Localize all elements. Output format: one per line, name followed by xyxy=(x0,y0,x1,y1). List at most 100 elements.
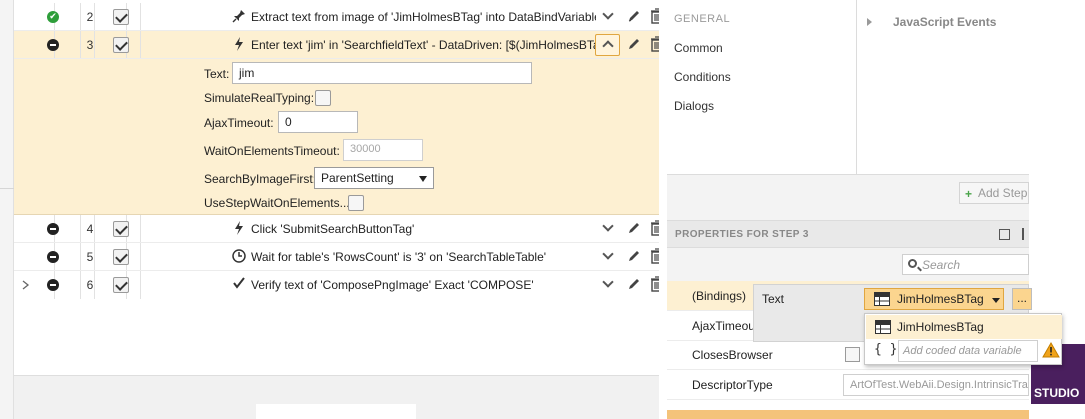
simulate-real-typing-checkbox[interactable] xyxy=(315,90,331,106)
step-builder-nav: GENERAL Common Conditions Dialogs JavaSc… xyxy=(667,0,1029,175)
use-step-wait-label: UseStepWaitOnElements... xyxy=(204,196,350,210)
braces-icon: { } xyxy=(874,342,898,357)
step-description: Enter text 'jim' in 'SearchfieldText' - … xyxy=(251,38,596,52)
more-button[interactable]: ... xyxy=(1012,288,1032,310)
ajax-timeout-input[interactable]: 0 xyxy=(278,111,358,133)
descriptor-type-value[interactable]: ArtOfTest.WebAii.Design.IntrinsicTransla… xyxy=(843,374,1029,396)
edit-icon[interactable] xyxy=(626,220,642,236)
step-row-selected[interactable]: 3 Enter text 'jim' in 'SearchfieldText' … xyxy=(14,31,659,59)
nav-header: GENERAL xyxy=(674,13,731,25)
trash-icon[interactable] xyxy=(650,248,659,264)
wait-on-elements-timeout-label: WaitOnElementsTimeout: xyxy=(204,144,340,158)
step-number: 4 xyxy=(86,222,94,236)
add-step-label: Add Step xyxy=(978,186,1028,200)
step-description: Click 'SubmitSearchButtonTag' xyxy=(251,222,415,236)
properties-title: PROPERTIES FOR STEP 3 xyxy=(675,229,809,240)
search-by-image-first-select[interactable]: ParentSetting xyxy=(314,167,434,189)
status-not-run-icon xyxy=(47,223,59,235)
property-name: (Bindings) xyxy=(692,289,747,303)
bottom-pane xyxy=(14,375,659,419)
expand-arrow-icon[interactable] xyxy=(867,18,872,26)
chevron-down-icon[interactable] xyxy=(601,9,615,23)
text-input[interactable]: jim xyxy=(232,62,532,84)
chevron-up-icon[interactable] xyxy=(595,34,620,56)
step-row[interactable]: ✔ 2 Extract text from image of 'JimHolme… xyxy=(14,3,659,31)
step-description: Verify text of 'ComposePngImage' Exact '… xyxy=(251,278,534,292)
search-by-image-first-label: SearchByImageFirst: xyxy=(204,172,317,186)
chevron-down-icon[interactable] xyxy=(601,249,615,263)
step-row[interactable]: 5 Wait for table's 'RowsCount' is '3' on… xyxy=(14,243,659,271)
add-icon: + xyxy=(965,187,973,201)
pin-icon[interactable] xyxy=(1022,228,1029,240)
binding-variable-combo[interactable]: JimHolmesBTag xyxy=(864,288,1004,310)
lightning-icon xyxy=(232,37,246,53)
wait-on-elements-timeout-input[interactable]: 30000 xyxy=(343,139,423,161)
step-description: Extract text from image of 'JimHolmesBTa… xyxy=(251,10,596,24)
divider xyxy=(80,243,81,270)
chevron-down-icon[interactable] xyxy=(601,221,615,235)
gutter-divider xyxy=(0,188,14,189)
chevron-down-icon[interactable] xyxy=(601,277,615,291)
check-icon xyxy=(232,277,246,293)
add-step-button[interactable]: + Add Step xyxy=(959,182,1029,204)
status-passed-icon: ✔ xyxy=(47,11,59,23)
step-enabled-checkbox[interactable] xyxy=(113,249,129,265)
edit-icon[interactable] xyxy=(626,248,642,264)
caret-down-icon xyxy=(419,176,427,182)
step-number: 3 xyxy=(86,38,94,52)
table-icon xyxy=(875,320,891,334)
divider xyxy=(140,271,141,299)
warning-icon xyxy=(1042,341,1060,358)
nav-item-dialogs[interactable]: Dialogs xyxy=(674,99,714,113)
step-enabled-checkbox[interactable] xyxy=(113,9,129,25)
coded-variable-input[interactable]: Add coded data variable xyxy=(898,340,1038,362)
trash-icon[interactable] xyxy=(650,8,659,24)
divider xyxy=(856,0,857,175)
property-name: AjaxTimeout xyxy=(692,319,759,333)
edit-icon[interactable] xyxy=(626,276,642,292)
nav-item-common[interactable]: Common xyxy=(674,41,723,55)
divider xyxy=(140,215,141,242)
step-number: 2 xyxy=(86,10,94,24)
step-enabled-checkbox[interactable] xyxy=(113,277,129,293)
dropdown-option[interactable]: JimHolmesBTag xyxy=(866,315,1062,339)
select-value: ParentSetting xyxy=(321,171,394,185)
edit-icon[interactable] xyxy=(626,8,642,24)
step-enabled-checkbox[interactable] xyxy=(113,221,129,237)
step-inline-properties: Text: jim SimulateRealTyping: AjaxTimeou… xyxy=(14,59,659,215)
nav-item-conditions[interactable]: Conditions xyxy=(674,70,731,84)
divider xyxy=(80,271,81,299)
clock-icon xyxy=(232,249,246,265)
current-row-arrow-icon xyxy=(21,279,31,290)
pin-icon xyxy=(232,9,246,25)
binding-dropdown: JimHolmesBTag { } Add coded data variabl… xyxy=(864,313,1062,365)
trash-icon[interactable] xyxy=(650,276,659,292)
search-placeholder: Search xyxy=(922,258,961,272)
step-enabled-checkbox[interactable] xyxy=(113,37,129,53)
lightning-icon xyxy=(232,221,246,237)
search-icon xyxy=(908,259,917,268)
edit-icon[interactable] xyxy=(626,36,642,52)
popout-icon[interactable] xyxy=(999,229,1010,240)
divider xyxy=(80,31,81,58)
trash-icon[interactable] xyxy=(650,220,659,236)
step-number: 5 xyxy=(86,250,94,264)
table-icon xyxy=(874,292,890,306)
app-window: ✔ 2 Extract text from image of 'JimHolme… xyxy=(0,0,1085,419)
divider xyxy=(140,31,141,58)
trash-icon[interactable] xyxy=(650,36,659,52)
ajax-timeout-label: AjaxTimeout: xyxy=(204,116,274,130)
closes-browser-checkbox[interactable] xyxy=(845,347,860,362)
property-search-input[interactable]: Search xyxy=(902,254,1029,275)
property-row-descriptor-type[interactable]: DescriptorType ArtOfTest.WebAii.Design.I… xyxy=(667,370,1029,400)
divider xyxy=(80,3,81,30)
binding-selected-value: JimHolmesBTag xyxy=(897,292,984,306)
step-row[interactable]: 6 Verify text of 'ComposePngImage' Exact… xyxy=(14,271,659,299)
divider xyxy=(140,243,141,270)
binding-field-label: Text xyxy=(762,292,785,306)
step-row[interactable]: 4 Click 'SubmitSearchButtonTag' xyxy=(14,215,659,243)
status-not-run-icon xyxy=(47,279,59,291)
use-step-wait-checkbox[interactable] xyxy=(348,195,364,211)
javascript-events-label[interactable]: JavaScript Events xyxy=(893,15,996,29)
status-not-run-icon xyxy=(47,251,59,263)
